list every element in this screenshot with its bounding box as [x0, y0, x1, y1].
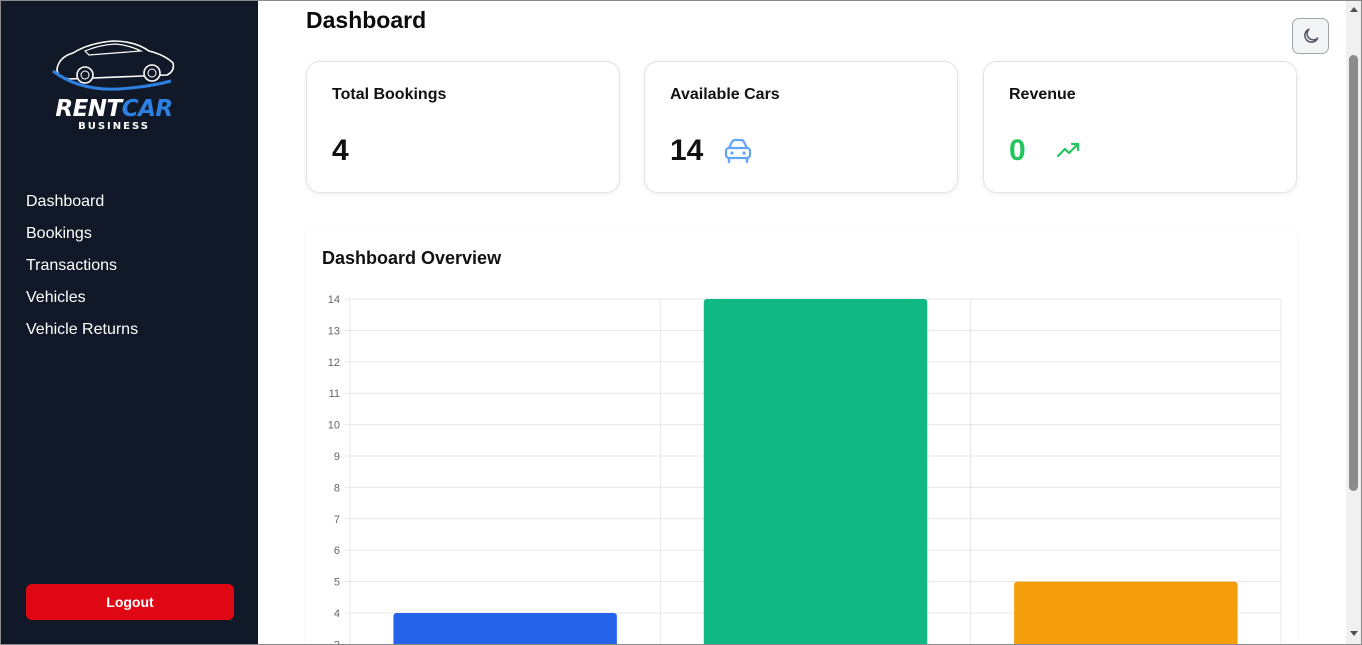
stat-card-available-cars: Available Cars 14	[644, 61, 958, 193]
stat-value: 0	[1009, 134, 1026, 167]
chart-bar	[703, 299, 928, 644]
y-tick-label: 12	[328, 357, 340, 369]
y-tick-label: 11	[329, 388, 340, 400]
y-tick-label: 3	[334, 639, 340, 645]
stat-label: Available Cars	[670, 86, 780, 103]
main-content: Dashboard Total Bookings 4 Available Car…	[258, 1, 1346, 645]
brand-name-part1: RENT	[55, 96, 122, 122]
trending-up-icon	[1056, 142, 1080, 158]
sidebar-item-bookings[interactable]: Bookings	[26, 223, 138, 255]
chart-bar	[393, 613, 617, 644]
y-tick-label: 6	[334, 545, 340, 557]
stat-value: 14	[670, 134, 704, 167]
logout-button[interactable]: Logout	[26, 584, 234, 620]
y-tick-label: 10	[328, 420, 340, 432]
sidebar: RENTCAR BUSINESS Dashboard Bookings Tran…	[1, 1, 258, 644]
stat-value: 4	[332, 134, 349, 167]
sidebar-item-vehicle-returns[interactable]: Vehicle Returns	[26, 319, 138, 351]
sidebar-item-dashboard[interactable]: Dashboard	[26, 191, 138, 223]
chart-bar	[1014, 581, 1238, 644]
y-tick-label: 5	[334, 577, 340, 589]
y-tick-label: 4	[334, 608, 340, 620]
scrollbar-thumb[interactable]	[1349, 55, 1358, 491]
brand-name-part2: CAR	[121, 96, 173, 122]
brand-name: RENTCAR	[49, 97, 179, 121]
sidebar-nav: Dashboard Bookings Transactions Vehicles…	[26, 191, 138, 351]
y-tick-label: 14	[328, 294, 340, 306]
car-icon	[724, 138, 752, 164]
sidebar-item-transactions[interactable]: Transactions	[26, 255, 138, 287]
sports-car-logo-icon	[52, 40, 175, 91]
vertical-scrollbar[interactable]	[1346, 1, 1361, 644]
moon-icon	[1303, 28, 1318, 43]
stat-label: Revenue	[1009, 86, 1076, 103]
page-title: Dashboard	[306, 7, 427, 33]
y-tick-label: 13	[328, 325, 340, 337]
y-tick-label: 7	[334, 514, 340, 526]
stat-label: Total Bookings	[332, 86, 447, 103]
sidebar-item-vehicles[interactable]: Vehicles	[26, 287, 138, 319]
dashboard-overview-card: Dashboard Overview 34567891011121314	[306, 228, 1297, 645]
theme-toggle-button[interactable]	[1292, 18, 1329, 54]
scroll-down-arrow-icon[interactable]	[1350, 631, 1358, 636]
scroll-up-arrow-icon[interactable]	[1350, 7, 1358, 12]
rentcar-logo: RENTCAR BUSINESS	[49, 29, 179, 137]
stat-card-total-bookings: Total Bookings 4	[306, 61, 620, 193]
y-tick-label: 9	[334, 451, 340, 463]
brand-subtitle: BUSINESS	[78, 121, 150, 132]
app-window: RENTCAR BUSINESS Dashboard Bookings Tran…	[0, 0, 1362, 645]
y-tick-label: 8	[334, 482, 340, 494]
stat-card-revenue: Revenue 0	[983, 61, 1297, 193]
overview-bar-chart: 3 4 5 6 7 8 9 10 11 12 13 14	[328, 294, 1282, 645]
